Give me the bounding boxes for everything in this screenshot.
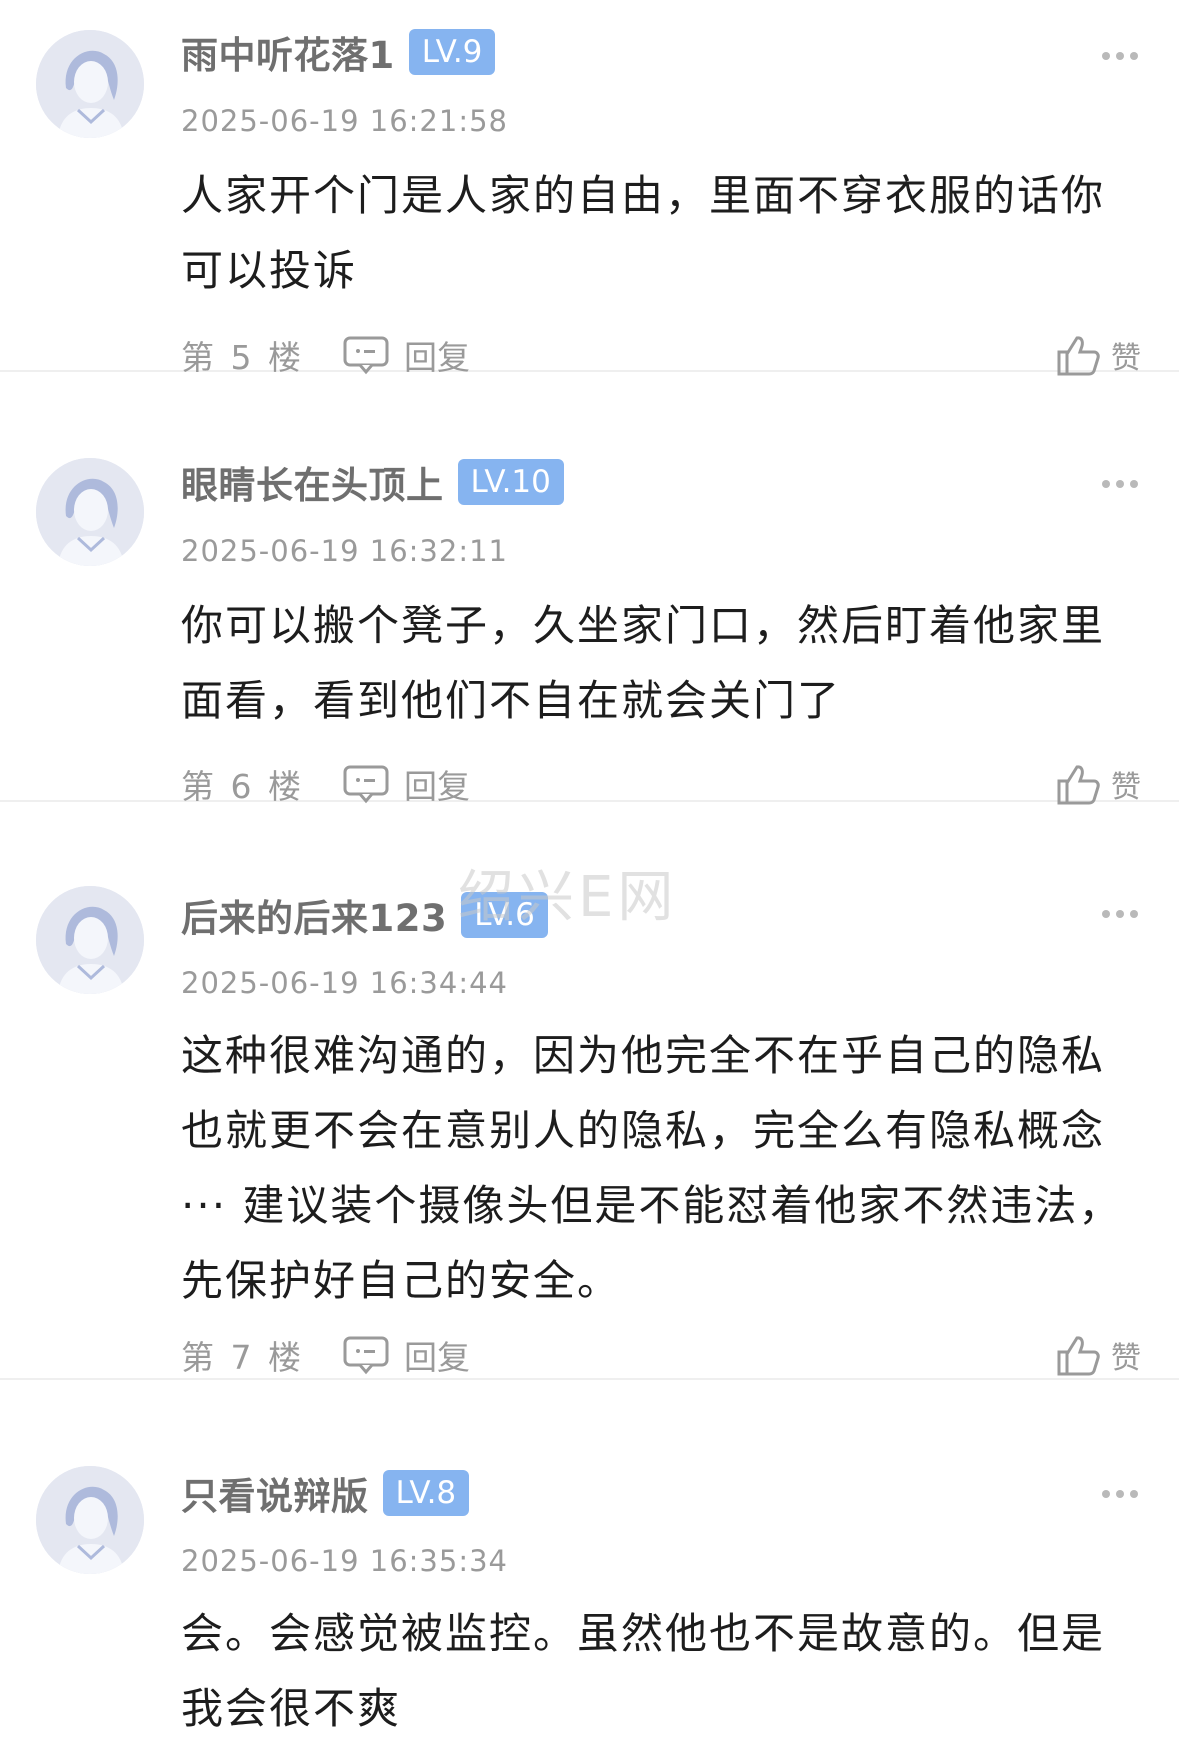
- watermark: 绍兴E网: [458, 865, 678, 930]
- username[interactable]: 雨中听花落1: [181, 25, 395, 79]
- reply-bubble-icon: [343, 765, 389, 804]
- comment-actions: 第 7 楼 回复 赞: [181, 1329, 1141, 1381]
- more-dots-icon[interactable]: [1102, 480, 1138, 490]
- username[interactable]: 眼睛长在头顶上: [181, 455, 444, 509]
- comment-timestamp: 2025-06-19 16:21:58: [181, 104, 508, 138]
- comment-text: 人家开个门是人家的自由，里面不穿衣服的话你可以投诉: [181, 171, 1106, 295]
- more-dots-icon[interactable]: [1102, 52, 1138, 62]
- reply-bubble-icon: [343, 336, 389, 375]
- default-avatar-icon: [36, 1466, 144, 1574]
- username[interactable]: 只看说辩版: [181, 1466, 369, 1520]
- like-label: 赞: [1111, 341, 1141, 376]
- comment-timestamp: 2025-06-19 16:32:11: [181, 534, 508, 568]
- avatar[interactable]: [36, 886, 144, 994]
- avatar[interactable]: [36, 1466, 144, 1574]
- like-button[interactable]: 赞: [1055, 761, 1141, 807]
- level-badge: LV.9: [408, 29, 496, 75]
- reply-button[interactable]: 回复: [342, 760, 470, 808]
- like-label: 赞: [1111, 770, 1141, 805]
- thumbs-up-icon: [1057, 1336, 1100, 1376]
- like-button[interactable]: 赞: [1055, 1332, 1141, 1378]
- comment-timestamp: 2025-06-19 16:35:34: [181, 1544, 508, 1578]
- default-avatar-icon: [36, 30, 144, 138]
- comment-text: 会。会感觉被监控。虽然他也不是故意的。但是我会很不爽: [181, 1609, 1106, 1733]
- comment-timestamp: 2025-06-19 16:34:44: [181, 966, 508, 1000]
- floor-number: 第 6 楼: [181, 767, 304, 806]
- level-badge: LV.10: [457, 459, 564, 505]
- more-dots-icon[interactable]: [1102, 910, 1138, 920]
- more-dots-icon[interactable]: [1102, 1490, 1138, 1500]
- username[interactable]: 后来的后来123: [181, 888, 447, 942]
- floor-number: 第 7 楼: [181, 1338, 304, 1377]
- like-label: 赞: [1111, 1341, 1141, 1376]
- reply-bubble-icon: [343, 1336, 389, 1375]
- comment-item: 雨中听花落1 LV.9 2025-06-19 16:21:58 人家开个门是人家…: [0, 0, 1179, 377]
- default-avatar-icon: [36, 886, 144, 994]
- comment-text: 这种很难沟通的，因为他完全不在乎自己的隐私也就更不会在意别人的隐私，完全么有隐私…: [181, 1031, 1123, 1305]
- reply-button[interactable]: 回复: [342, 1331, 470, 1379]
- comment-text: 你可以搬个凳子，久坐家门口，然后盯着他家里面看，看到他们不自在就会关门了: [181, 601, 1106, 725]
- comment-item: 眼睛长在头顶上 LV.10 2025-06-19 16:32:11 你可以搬个凳…: [0, 372, 1179, 806]
- comment-item: 只看说辩版 LV.8 2025-06-19 16:35:34 会。会感觉被监控。…: [0, 1380, 1179, 1762]
- avatar[interactable]: [36, 30, 144, 138]
- reply-label: 回复: [403, 1338, 470, 1377]
- level-badge: LV.8: [382, 1470, 470, 1516]
- reply-label: 回复: [403, 767, 470, 806]
- avatar[interactable]: [36, 458, 144, 566]
- thumbs-up-icon: [1057, 765, 1100, 805]
- default-avatar-icon: [36, 458, 144, 566]
